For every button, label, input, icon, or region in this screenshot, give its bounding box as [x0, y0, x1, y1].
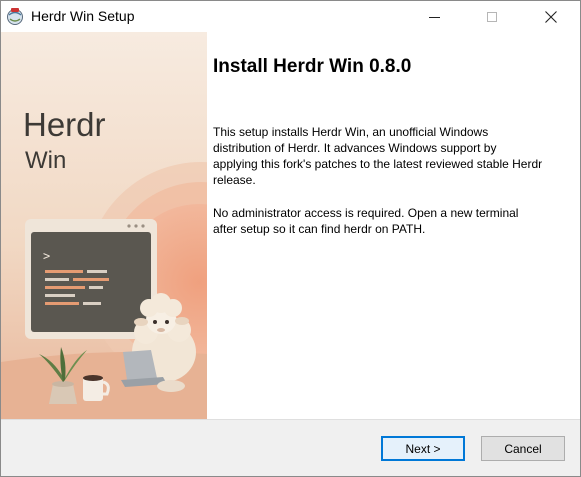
title-bar[interactable]: Herdr Win Setup	[1, 1, 580, 32]
close-button[interactable]	[528, 1, 574, 32]
next-button[interactable]: Next >	[381, 436, 465, 461]
path-note-text: No administrator access is required. Ope…	[213, 206, 519, 236]
art-logo-herdr: Herdr	[23, 106, 106, 143]
maximize-button[interactable]	[469, 1, 515, 32]
wizard-side-image: Herdr Win >	[1, 32, 207, 419]
page-title: Install Herdr Win 0.8.0	[213, 56, 412, 77]
description-text: This setup installs Herdr Win, an unoffi…	[213, 125, 543, 187]
art-logo-win: Win	[25, 147, 66, 174]
close-icon	[545, 10, 557, 23]
content-area: Herdr Win > Install Herdr Win 0.8.0 This…	[1, 32, 580, 419]
setup-window: Herdr Win Setup Herdr Win > Install Herd…	[0, 0, 581, 477]
maximize-icon	[487, 11, 497, 22]
setup-app-icon	[7, 8, 23, 25]
terminal-prompt: >	[43, 249, 50, 263]
minimize-button[interactable]	[411, 1, 457, 32]
button-bar: Next > Cancel	[1, 419, 580, 476]
window-title: Herdr Win Setup	[31, 8, 135, 24]
cancel-button[interactable]: Cancel	[481, 436, 565, 461]
minimize-icon	[428, 17, 440, 18]
wizard-main-panel: Install Herdr Win 0.8.0 This setup insta…	[207, 32, 580, 419]
